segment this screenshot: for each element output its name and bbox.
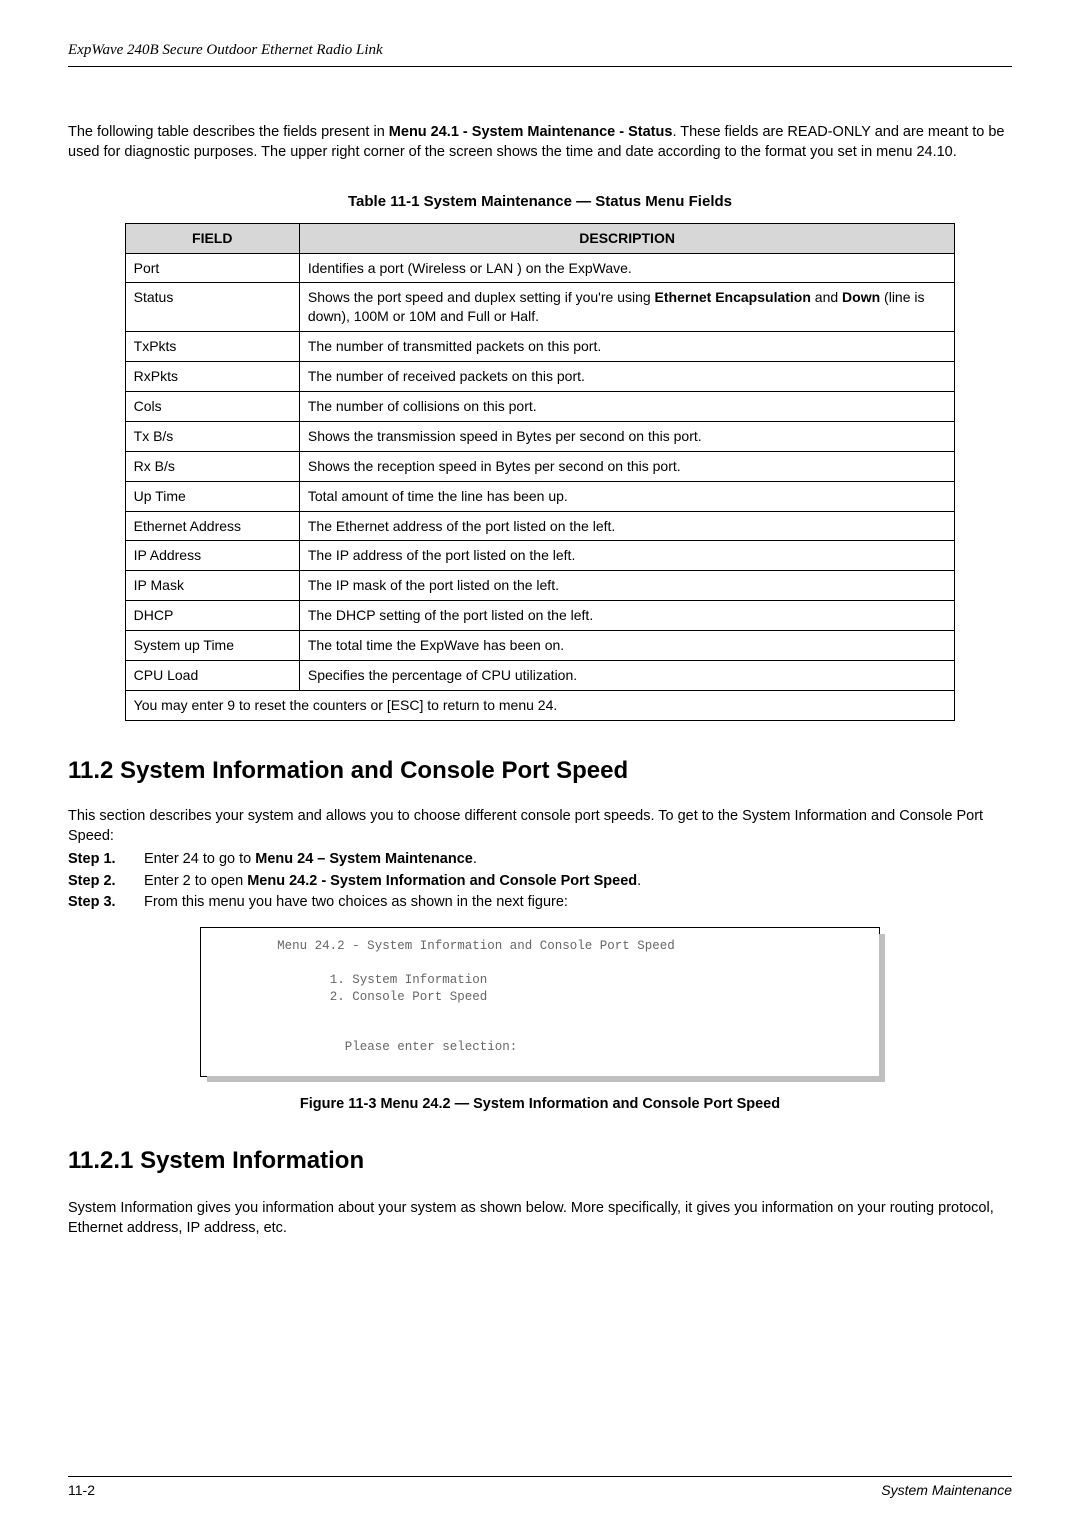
section-11-2-body: This section describes your system and a… bbox=[68, 807, 1012, 846]
section-heading-11-2-1: 11.2.1 System Information bbox=[68, 1145, 1012, 1177]
table-footer-text: You may enter 9 to reset the counters or… bbox=[125, 690, 955, 720]
cell-desc: Identifies a port (Wireless or LAN ) on … bbox=[299, 253, 954, 283]
step-label: Step 2. bbox=[68, 872, 144, 892]
table-row: DHCP The DHCP setting of the port listed… bbox=[125, 601, 955, 631]
cell-desc: The total time the ExpWave has been on. bbox=[299, 631, 954, 661]
cell-field: Tx B/s bbox=[125, 421, 299, 451]
table-row: IP Mask The IP mask of the port listed o… bbox=[125, 571, 955, 601]
step-bold: Menu 24.2 - System Information and Conso… bbox=[247, 873, 637, 889]
cell-desc: The number of received packets on this p… bbox=[299, 362, 954, 392]
step-text: Enter 24 to go to Menu 24 – System Maint… bbox=[144, 850, 1012, 870]
table-row: Cols The number of collisions on this po… bbox=[125, 391, 955, 421]
cell-field: IP Address bbox=[125, 541, 299, 571]
page-number: 11-2 bbox=[68, 1481, 95, 1500]
terminal-line-4: Please enter selection: bbox=[345, 1040, 518, 1054]
cell-desc: Shows the port speed and duplex setting … bbox=[299, 283, 954, 332]
intro-paragraph: The following table describes the fields… bbox=[68, 123, 1012, 162]
cell-desc-mid: and bbox=[811, 289, 842, 305]
cell-field: DHCP bbox=[125, 601, 299, 631]
cell-desc: The number of transmitted packets on thi… bbox=[299, 332, 954, 362]
terminal-line-2: 1. System Information bbox=[330, 973, 488, 987]
table-caption: Table 11-1 System Maintenance — Status M… bbox=[68, 192, 1012, 212]
section-11-2-1-body: System Information gives you information… bbox=[68, 1199, 1012, 1238]
terminal-screenshot: Menu 24.2 - System Information and Conso… bbox=[200, 927, 880, 1077]
footer-section-title: System Maintenance bbox=[881, 1481, 1012, 1500]
table-row: Tx B/s Shows the transmission speed in B… bbox=[125, 421, 955, 451]
step-text: Enter 2 to open Menu 24.2 - System Infor… bbox=[144, 872, 1012, 892]
col-header-field: FIELD bbox=[125, 223, 299, 253]
cell-desc-bold1: Ethernet Encapsulation bbox=[655, 289, 811, 305]
step-bold: Menu 24 – System Maintenance bbox=[255, 851, 473, 867]
terminal-line-3: 2. Console Port Speed bbox=[330, 990, 488, 1004]
cell-field: CPU Load bbox=[125, 660, 299, 690]
figure-caption: Figure 11-3 Menu 24.2 — System Informati… bbox=[68, 1095, 1012, 1115]
cell-desc-bold2: Down bbox=[842, 289, 880, 305]
running-title-text: ExpWave 240B Secure Outdoor Ethernet Rad… bbox=[68, 42, 383, 58]
cell-desc: Specifies the percentage of CPU utilizat… bbox=[299, 660, 954, 690]
step-pre: From this menu you have two choices as s… bbox=[144, 894, 568, 910]
table-row: IP Address The IP address of the port li… bbox=[125, 541, 955, 571]
terminal-line-1: Menu 24.2 - System Information and Conso… bbox=[277, 939, 675, 953]
table-footer-row: You may enter 9 to reset the counters or… bbox=[125, 690, 955, 720]
cell-desc: The Ethernet address of the port listed … bbox=[299, 511, 954, 541]
terminal-shadow-bottom bbox=[207, 1076, 885, 1082]
step-row: Step 2. Enter 2 to open Menu 24.2 - Syst… bbox=[68, 872, 1012, 892]
running-header: ExpWave 240B Secure Outdoor Ethernet Rad… bbox=[68, 40, 1012, 67]
cell-field: Up Time bbox=[125, 481, 299, 511]
table-row: Rx B/s Shows the reception speed in Byte… bbox=[125, 451, 955, 481]
table-row: Status Shows the port speed and duplex s… bbox=[125, 283, 955, 332]
step-pre: Enter 2 to open bbox=[144, 873, 247, 889]
cell-desc: Total amount of time the line has been u… bbox=[299, 481, 954, 511]
cell-field: System up Time bbox=[125, 631, 299, 661]
cell-field: Port bbox=[125, 253, 299, 283]
status-fields-table: FIELD DESCRIPTION Port Identifies a port… bbox=[125, 223, 956, 721]
table-row: Ethernet Address The Ethernet address of… bbox=[125, 511, 955, 541]
table-row: Up Time Total amount of time the line ha… bbox=[125, 481, 955, 511]
cell-desc: Shows the reception speed in Bytes per s… bbox=[299, 451, 954, 481]
cell-field: RxPkts bbox=[125, 362, 299, 392]
intro-pre: The following table describes the fields… bbox=[68, 124, 389, 140]
cell-field: IP Mask bbox=[125, 571, 299, 601]
table-row: RxPkts The number of received packets on… bbox=[125, 362, 955, 392]
step-row: Step 1. Enter 24 to go to Menu 24 – Syst… bbox=[68, 850, 1012, 870]
table-header-row: FIELD DESCRIPTION bbox=[125, 223, 955, 253]
step-row: Step 3. From this menu you have two choi… bbox=[68, 893, 1012, 913]
cell-field: Ethernet Address bbox=[125, 511, 299, 541]
cell-desc-pre: Shows the port speed and duplex setting … bbox=[308, 289, 655, 305]
section-heading-11-2: 11.2 System Information and Console Port… bbox=[68, 755, 1012, 787]
table-row: CPU Load Specifies the percentage of CPU… bbox=[125, 660, 955, 690]
terminal-text: Menu 24.2 - System Information and Conso… bbox=[201, 928, 879, 1076]
step-post: . bbox=[473, 851, 477, 867]
table-row: TxPkts The number of transmitted packets… bbox=[125, 332, 955, 362]
cell-desc: Shows the transmission speed in Bytes pe… bbox=[299, 421, 954, 451]
step-label: Step 1. bbox=[68, 850, 144, 870]
cell-desc: The IP address of the port listed on the… bbox=[299, 541, 954, 571]
cell-desc: The IP mask of the port listed on the le… bbox=[299, 571, 954, 601]
cell-field: Rx B/s bbox=[125, 451, 299, 481]
step-label: Step 3. bbox=[68, 893, 144, 913]
cell-field: Status bbox=[125, 283, 299, 332]
cell-field: Cols bbox=[125, 391, 299, 421]
step-pre: Enter 24 to go to bbox=[144, 851, 255, 867]
steps-list: Step 1. Enter 24 to go to Menu 24 – Syst… bbox=[68, 850, 1012, 913]
table-row: System up Time The total time the ExpWav… bbox=[125, 631, 955, 661]
col-header-description: DESCRIPTION bbox=[299, 223, 954, 253]
terminal-shadow-right bbox=[879, 934, 885, 1082]
cell-desc: The DHCP setting of the port listed on t… bbox=[299, 601, 954, 631]
intro-bold: Menu 24.1 - System Maintenance - Status bbox=[389, 124, 673, 140]
cell-field: TxPkts bbox=[125, 332, 299, 362]
step-post: . bbox=[637, 873, 641, 889]
step-text: From this menu you have two choices as s… bbox=[144, 893, 1012, 913]
page-footer: 11-2 System Maintenance bbox=[68, 1476, 1012, 1500]
table-row: Port Identifies a port (Wireless or LAN … bbox=[125, 253, 955, 283]
cell-desc: The number of collisions on this port. bbox=[299, 391, 954, 421]
